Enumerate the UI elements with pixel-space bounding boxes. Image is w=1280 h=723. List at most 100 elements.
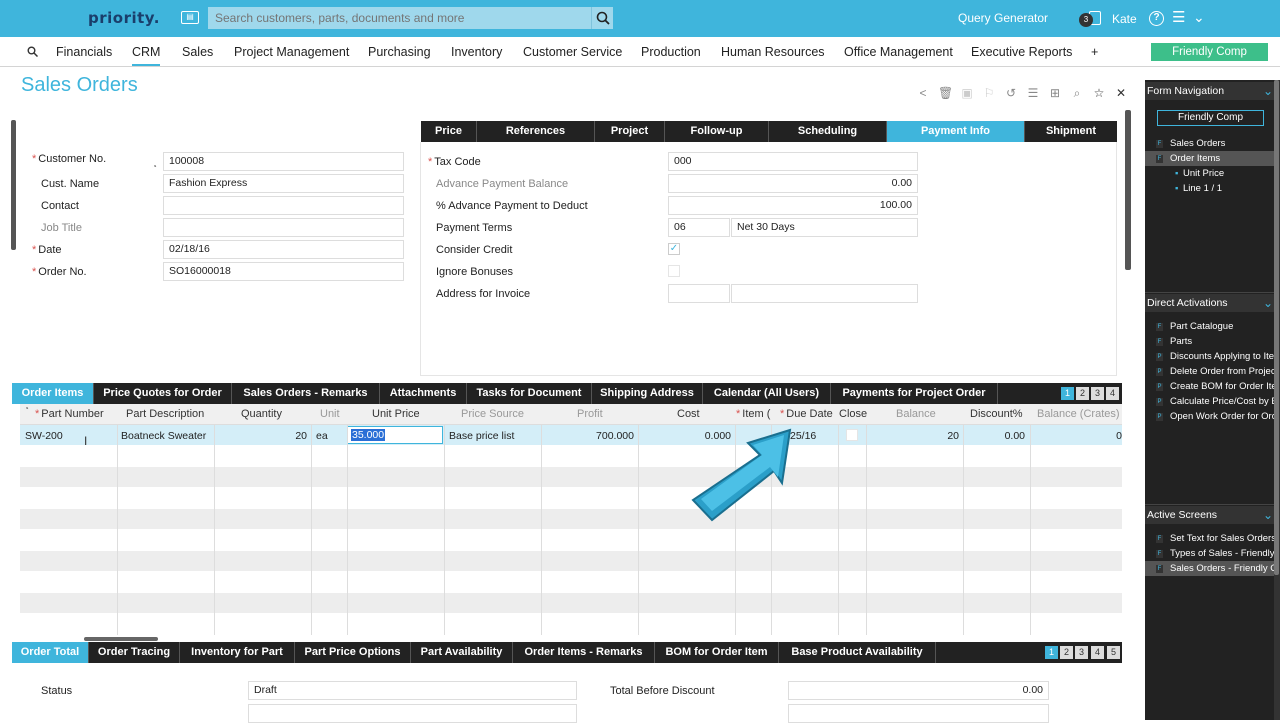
tab-price[interactable]: Price [421,121,477,142]
direct-activations-header[interactable]: Direct Activations ⌄ [1145,294,1275,312]
flag-icon[interactable]: ⚐ [982,86,996,100]
tab-payments-for-project[interactable]: Payments for Project Order [831,383,998,404]
col-part-description[interactable]: Part Description [126,408,204,420]
tab-part-availability[interactable]: Part Availability [411,642,513,663]
query-generator-link[interactable]: Query Generator [958,11,1048,25]
next-total-field[interactable] [788,704,1049,723]
menu-crm[interactable]: CRM [132,45,161,66]
grid-horizontal-scrollbar[interactable] [84,637,158,641]
subform-page-1[interactable]: 1 [1061,387,1074,400]
menu-purchasing[interactable]: Purchasing [368,45,431,59]
chevron-down-icon[interactable]: ⌄ [1193,9,1205,26]
nav-line[interactable]: Line 1 / 1 [1145,181,1275,196]
direct-open-work-order[interactable]: P Open Work Order for Order [1145,409,1275,424]
grid-refresh-icon[interactable]: ◔ [24,404,29,413]
col-profit[interactable]: Profit [577,408,603,420]
cell-discount[interactable]: 0.00 [980,430,1025,442]
id-card-icon[interactable]: ▤ [181,11,199,24]
table-row[interactable]: SW-200 Boatneck Sweater 20 ea 35.000 Bas… [20,425,1122,446]
direct-create-bom[interactable]: P Create BOM for Order Item [1145,379,1275,394]
tab-references[interactable]: References [477,121,595,142]
cell-quantity[interactable]: 20 [260,430,307,442]
col-item[interactable]: * Item ( [736,408,772,420]
next-field[interactable] [248,704,577,723]
direct-delete-order[interactable]: P Delete Order from Project [1145,364,1275,379]
table-row[interactable] [20,446,1122,467]
cell-close-checkbox[interactable] [846,429,858,441]
help-icon[interactable]: ? [1149,11,1164,26]
table-row[interactable] [20,614,1122,635]
status-field[interactable]: Draft [248,681,577,700]
col-due-date[interactable]: * Due Date [780,408,833,420]
share-icon[interactable]: < [916,86,930,100]
active-screens-header[interactable]: Active Screens ⌄ [1145,506,1275,524]
nav-unit-price[interactable]: Unit Price [1145,166,1275,181]
col-cost[interactable]: Cost [677,408,700,420]
lower-page-4[interactable]: 4 [1091,646,1104,659]
subform-page-2[interactable]: 2 [1076,387,1089,400]
direct-calculate-price[interactable]: P Calculate Price/Cost by BOM [1145,394,1275,409]
total-before-discount-field[interactable]: 0.00 [788,681,1049,700]
menu-human-resources[interactable]: Human Resources [721,45,825,59]
menu-add-button[interactable]: + [1091,45,1098,59]
nav-order-items[interactable]: F Order Items [1145,151,1275,166]
chevron-down-icon[interactable]: ⌄ [1263,82,1273,100]
list-icon[interactable]: ☰ [1026,86,1040,100]
chevron-down-icon[interactable]: ⌄ [1263,506,1273,524]
address-invoice-code-field[interactable] [668,284,730,303]
subform-page-4[interactable]: 4 [1106,387,1119,400]
ignore-bonuses-checkbox[interactable] [668,265,680,277]
tab-order-items-remarks[interactable]: Order Items - Remarks [513,642,655,663]
col-unit[interactable]: Unit [320,408,340,420]
table-row[interactable] [20,509,1122,530]
table-row[interactable] [20,488,1122,509]
menu-sales[interactable]: Sales [182,45,213,59]
col-quantity[interactable]: Quantity [241,408,282,420]
add-record-icon[interactable]: ⊞ [1048,86,1062,100]
col-balance[interactable]: Balance [896,408,936,420]
tab-base-product-availability[interactable]: Base Product Availability [779,642,936,663]
col-unit-price[interactable]: Unit Price [372,408,420,420]
cell-profit[interactable]: 700.000 [560,430,634,442]
sidebar-scroll-thumb[interactable] [1274,80,1279,575]
direct-parts[interactable]: F Parts [1145,334,1275,349]
tab-payment-info[interactable]: Payment Info [887,121,1025,142]
payment-terms-code-field[interactable]: 06 [668,218,730,237]
job-title-field[interactable] [163,218,404,237]
star-icon[interactable]: ☆ [1092,86,1106,100]
unit-price-selected-text[interactable]: 35.000 [351,429,386,441]
tab-follow-up[interactable]: Follow-up [665,121,769,142]
tab-calendar[interactable]: Calendar (All Users) [703,383,831,404]
global-search-input[interactable] [208,7,591,29]
cust-name-field[interactable]: Fashion Express [163,174,404,193]
table-row[interactable] [20,572,1122,593]
tab-shipment[interactable]: Shipment [1025,121,1117,142]
col-price-source[interactable]: Price Source [461,408,524,420]
menu-office-management[interactable]: Office Management [844,45,953,59]
close-icon[interactable]: ✕ [1114,86,1128,100]
nav-sales-orders[interactable]: F Sales Orders [1145,136,1275,151]
hamburger-menu-icon[interactable]: ☰ [1172,10,1185,25]
payment-terms-desc-field[interactable]: Net 30 Days [731,218,918,237]
menu-inventory[interactable]: Inventory [451,45,502,59]
tab-bom-for-order-item[interactable]: BOM for Order Item [655,642,779,663]
customer-no-field[interactable]: 100008 [163,152,404,171]
refresh-icon[interactable]: ◔ [152,162,157,171]
order-no-field[interactable]: SO16000018 [163,262,404,281]
menu-search-icon[interactable] [27,46,38,57]
col-balance-crates[interactable]: Balance (Crates) [1037,408,1120,420]
consider-credit-checkbox[interactable]: ✓ [668,243,680,255]
table-row[interactable] [20,551,1122,572]
cell-balance[interactable]: 20 [900,430,959,442]
menu-executive-reports[interactable]: Executive Reports [971,45,1072,59]
active-sales-orders[interactable]: F Sales Orders - Friendly Comp [1145,561,1275,576]
tab-order-tracing[interactable]: Order Tracing [89,642,180,663]
table-row[interactable] [20,467,1122,488]
active-types-of-sales[interactable]: F Types of Sales - Friendly Comp [1145,546,1275,561]
cell-balance-crates[interactable]: 0 [1110,430,1122,442]
tab-shipping-address[interactable]: Shipping Address [592,383,703,404]
cell-price-source[interactable]: Base price list [449,430,514,442]
undo-icon[interactable]: ↺ [1004,86,1018,100]
sidebar-scrollbar[interactable] [1274,80,1280,720]
lower-page-1[interactable]: 1 [1045,646,1058,659]
